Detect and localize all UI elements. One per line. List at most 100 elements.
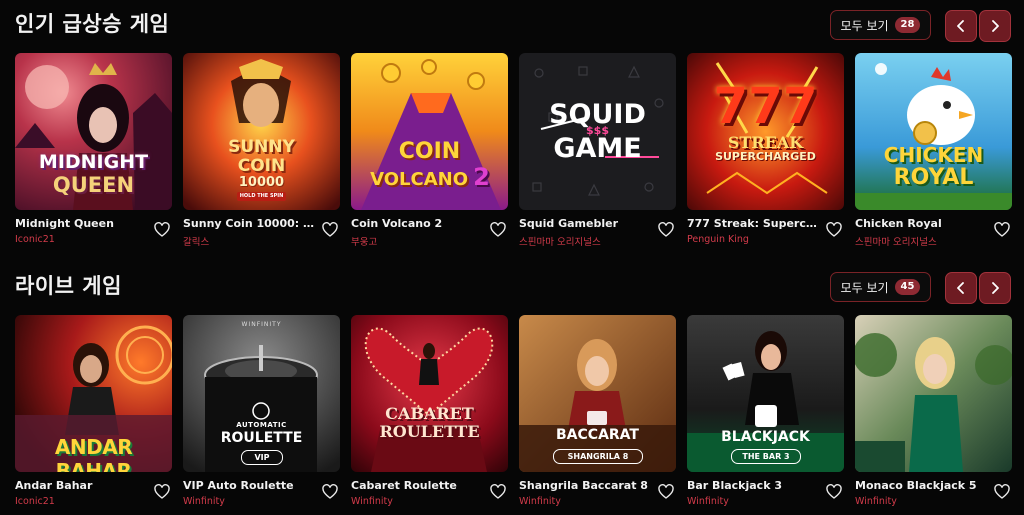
art-tagline: HOLD THE SPIN (237, 192, 286, 201)
game-name[interactable]: Bar Blackjack 3 (687, 479, 822, 492)
game-provider[interactable]: 부웅고 (351, 234, 486, 248)
game-card[interactable]: SQUID $$$ GAME Squid Gamebler 스핀마마 오리지널스 (519, 53, 676, 253)
game-thumbnail[interactable]: BACCARAT SHANGRILA 8 (519, 315, 676, 472)
art-title: ROULETTE (220, 430, 303, 446)
game-card[interactable]: Monaco Blackjack 5 Winfinity (855, 315, 1012, 515)
game-thumbnail[interactable]: CHICKEN ROYAL (855, 53, 1012, 210)
heart-icon (826, 222, 842, 237)
art-title: BLACKJACK (721, 429, 810, 445)
favorite-button[interactable] (994, 222, 1010, 238)
prev-button[interactable] (945, 10, 977, 42)
game-name[interactable]: Monaco Blackjack 5 (855, 479, 990, 492)
game-name[interactable]: VIP Auto Roulette (183, 479, 318, 492)
game-thumbnail[interactable]: COIN VOLCANO 2 (351, 53, 508, 210)
favorite-button[interactable] (490, 484, 506, 500)
game-carousel: MIDNIGHT QUEEN Midnight Queen Iconic21 S… (15, 53, 1015, 253)
favorite-button[interactable] (658, 222, 674, 238)
art-title: ANDAR BAHAR (54, 435, 133, 472)
game-thumbnail[interactable]: WINFINITY AUTOMATIC ROULETTE VIP (183, 315, 340, 472)
art-title: COIN (398, 139, 461, 164)
art-subtitle: COIN (237, 156, 286, 176)
favorite-button[interactable] (322, 222, 338, 238)
game-thumbnail[interactable]: ANDAR BAHAR (15, 315, 172, 472)
game-name[interactable]: Midnight Queen (15, 217, 150, 230)
game-thumbnail[interactable]: MIDNIGHT QUEEN (15, 53, 172, 210)
game-provider[interactable]: Winfinity (351, 496, 486, 507)
game-thumbnail[interactable] (855, 315, 1012, 472)
game-provider[interactable]: Penguin King (687, 234, 822, 245)
game-thumbnail[interactable]: BLACKJACK THE BAR 3 (687, 315, 844, 472)
see-all-button[interactable]: 모두 보기 45 (830, 272, 931, 302)
game-card[interactable]: BACCARAT SHANGRILA 8 Shangrila Baccarat … (519, 315, 676, 515)
art-subtitle: VOLCANO (370, 169, 469, 190)
art-subtitle: GAME (553, 133, 642, 164)
game-name[interactable]: Cabaret Roulette (351, 479, 486, 492)
game-name[interactable]: Shangrila Baccarat 8 (519, 479, 654, 492)
game-carousel: ANDAR BAHAR Andar Bahar Iconic21 WINFINI… (15, 315, 1015, 515)
art-brand: WINFINITY (241, 321, 282, 328)
game-name[interactable]: Andar Bahar (15, 479, 150, 492)
favorite-button[interactable] (490, 222, 506, 238)
game-card[interactable]: ANDAR BAHAR Andar Bahar Iconic21 (15, 315, 172, 515)
game-provider[interactable]: 스핀마마 오리지널스 (855, 234, 990, 248)
game-provider[interactable]: Winfinity (183, 496, 318, 507)
game-name[interactable]: 777 Streak: Supercharged (687, 217, 822, 230)
game-name[interactable]: Chicken Royal (855, 217, 990, 230)
game-card[interactable]: 777 STREAK SUPERCHARGED 777 Streak: Supe… (687, 53, 844, 253)
game-provider[interactable]: Iconic21 (15, 234, 150, 245)
favorite-button[interactable] (994, 484, 1010, 500)
game-provider[interactable]: Winfinity (519, 496, 654, 507)
game-card[interactable]: COIN VOLCANO 2 Coin Volcano 2 부웅고 (351, 53, 508, 253)
game-provider[interactable]: Winfinity (687, 496, 822, 507)
game-provider[interactable]: 갈릭스 (183, 234, 318, 248)
game-provider[interactable]: 스핀마마 오리지널스 (519, 234, 654, 248)
game-thumbnail[interactable]: SUNNY COIN 10000 HOLD THE SPIN (183, 53, 340, 210)
game-thumbnail[interactable]: CABARET ROULETTE (351, 315, 508, 472)
favorite-button[interactable] (826, 222, 842, 238)
art-number: 10000 (238, 175, 285, 190)
art-number: 777 (713, 77, 818, 135)
favorite-button[interactable] (826, 484, 842, 500)
game-name[interactable]: Squid Gamebler (519, 217, 654, 230)
favorite-button[interactable] (154, 222, 170, 238)
game-card[interactable]: CHICKEN ROYAL Chicken Royal 스핀마마 오리지널스 (855, 53, 1012, 253)
heart-icon (658, 484, 674, 499)
game-name[interactable]: Sunny Coin 10000: Hold The Spin (183, 217, 318, 230)
heart-icon (994, 484, 1010, 499)
art-subtitle: AUTOMATIC (236, 421, 287, 429)
game-thumbnail[interactable]: SQUID $$$ GAME (519, 53, 676, 210)
favorite-button[interactable] (658, 484, 674, 500)
heart-icon (826, 484, 842, 499)
next-button[interactable] (979, 272, 1011, 304)
prev-button[interactable] (945, 272, 977, 304)
heart-icon (994, 222, 1010, 237)
chevron-right-icon (992, 20, 999, 32)
favorite-button[interactable] (322, 484, 338, 500)
art-badge: SHANGRILA 8 (553, 449, 643, 464)
see-all-button[interactable]: 모두 보기 28 (830, 10, 931, 40)
favorite-button[interactable] (154, 484, 170, 500)
next-button[interactable] (979, 10, 1011, 42)
art-title: BACCARAT (556, 427, 639, 443)
count-badge: 28 (894, 17, 921, 33)
game-card[interactable]: MIDNIGHT QUEEN Midnight Queen Iconic21 (15, 53, 172, 253)
art-subtitle: ROULETTE (379, 422, 480, 441)
section-title: 라이브 게임 (15, 274, 122, 298)
game-thumbnail[interactable]: 777 STREAK SUPERCHARGED (687, 53, 844, 210)
art-badge: THE BAR 3 (731, 449, 801, 464)
game-card[interactable]: SUNNY COIN 10000 HOLD THE SPIN Sunny Coi… (183, 53, 340, 253)
game-name[interactable]: Coin Volcano 2 (351, 217, 486, 230)
game-card[interactable]: BLACKJACK THE BAR 3 Bar Blackjack 3 Winf… (687, 315, 844, 515)
game-provider[interactable]: Iconic21 (15, 496, 150, 507)
game-provider[interactable]: Winfinity (855, 496, 990, 507)
art-subtitle: ROYAL (893, 165, 974, 190)
heart-icon (490, 222, 506, 237)
count-badge: 45 (894, 279, 921, 295)
art-title: MIDNIGHT (38, 151, 149, 173)
game-card[interactable]: CABARET ROULETTE Cabaret Roulette Winfin… (351, 315, 508, 515)
art-subtitle: QUEEN (52, 173, 135, 197)
game-card[interactable]: WINFINITY AUTOMATIC ROULETTE VIP VIP Aut… (183, 315, 340, 515)
section-title: 인기 급상승 게임 (15, 12, 170, 36)
heart-icon (154, 222, 170, 237)
art-title: CABARET (385, 404, 474, 423)
